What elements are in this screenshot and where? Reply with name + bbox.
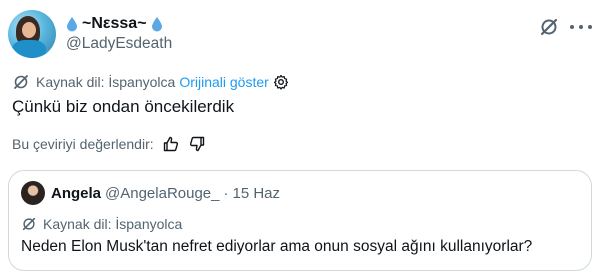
gear-icon[interactable] — [273, 74, 289, 90]
more-dot — [579, 25, 583, 29]
tweet-header: ~Nεssa~ @LadyEsdeath — [8, 10, 592, 60]
quoted-display-name[interactable]: Angela — [51, 185, 101, 202]
separator-dot: · — [223, 184, 229, 202]
translation-source-row: Kaynak dil: İspanyolca Orijinali göster — [12, 72, 289, 92]
tweet-text: Çünkü biz ondan öncekilerdik — [12, 97, 235, 116]
quoted-source-language-label: Kaynak dil: İspanyolca — [43, 216, 183, 232]
thumbs-up-icon[interactable] — [162, 135, 180, 153]
quoted-tweet[interactable]: Angela @AngelaRouge_ · 15 Haz Kaynak dil… — [8, 170, 592, 271]
user-handle[interactable]: @LadyEsdeath — [66, 35, 172, 53]
more-dot — [570, 25, 574, 29]
thumbs-down-icon[interactable] — [188, 135, 206, 153]
show-original-link[interactable]: Orijinali göster — [179, 74, 268, 90]
rate-translation-label: Bu çeviriyi değerlendir: — [12, 136, 154, 152]
more-icon[interactable] — [570, 16, 592, 38]
display-name-row[interactable]: ~Nεssa~ — [66, 13, 163, 35]
grok-icon[interactable] — [538, 16, 560, 38]
quoted-tweet-text: Neden Elon Musk'tan nefret ediyorlar ama… — [21, 238, 533, 255]
avatar[interactable] — [8, 10, 56, 58]
more-dot — [588, 25, 592, 29]
quoted-tweet-header: Angela @AngelaRouge_ · 15 Haz — [21, 181, 280, 205]
avatar-body — [12, 40, 46, 58]
quoted-date[interactable]: 15 Haz — [233, 185, 281, 202]
rate-translation-row: Bu çeviriyi değerlendir: — [12, 133, 206, 155]
source-language-label: Kaynak dil: İspanyolca — [36, 74, 176, 90]
quoted-avatar[interactable] — [21, 181, 45, 205]
quoted-handle[interactable]: @AngelaRouge_ — [105, 185, 219, 202]
translate-icon — [14, 75, 28, 89]
translate-icon — [22, 217, 36, 231]
water-drop-icon — [151, 17, 162, 32]
display-name: ~Nεssa~ — [82, 15, 147, 32]
water-drop-icon — [67, 17, 77, 32]
quoted-translation-source-row: Kaynak dil: İspanyolca — [21, 215, 182, 233]
avatar-face — [22, 22, 36, 38]
